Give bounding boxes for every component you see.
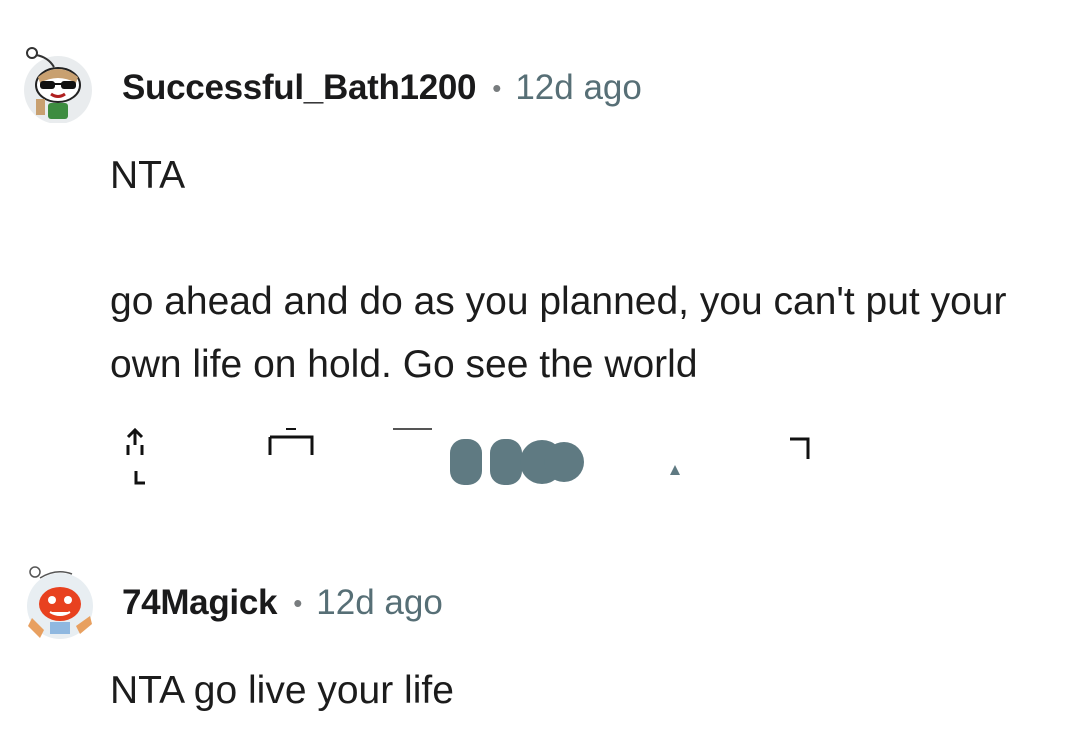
comment-body: NTA go ahead and do as you planned, you … xyxy=(110,154,1007,386)
timestamp: 12d ago xyxy=(515,68,642,107)
downvote-icon[interactable] xyxy=(268,428,314,455)
snoo-avatar-red-monster-icon[interactable] xyxy=(22,566,93,639)
separator-dot: • xyxy=(293,587,303,618)
comment-header: Successful_Bath1200 • 12d ago xyxy=(22,47,642,123)
comment-header: 74Magick • 12d ago xyxy=(22,566,443,639)
separator-dot: • xyxy=(492,72,502,103)
upvote-icon[interactable] xyxy=(126,427,145,485)
reply-icon[interactable] xyxy=(393,428,584,485)
comment-action-bar xyxy=(110,425,830,485)
comment-body: NTA go live your life xyxy=(110,669,454,712)
timestamp: 12d ago xyxy=(316,583,443,622)
username[interactable]: 74Magick xyxy=(122,583,277,623)
share-icon[interactable] xyxy=(670,437,810,475)
username[interactable]: Successful_Bath1200 xyxy=(122,68,477,108)
snoo-avatar-sunglasses-icon[interactable] xyxy=(22,47,92,123)
